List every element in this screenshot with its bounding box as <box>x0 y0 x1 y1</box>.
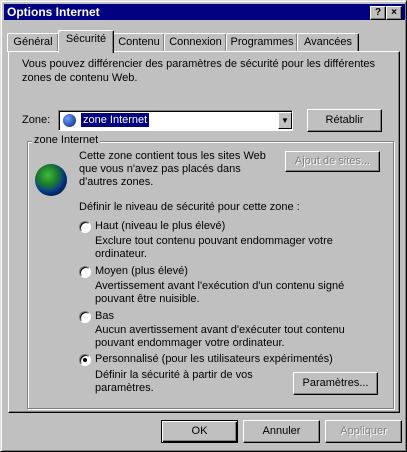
radio-custom[interactable] <box>79 354 91 366</box>
radio-high[interactable] <box>79 221 91 233</box>
tab-general[interactable]: Général <box>7 33 59 52</box>
restore-button[interactable]: Rétablir <box>307 109 382 132</box>
radio-low[interactable] <box>79 311 91 323</box>
ok-button[interactable]: OK <box>161 420 238 443</box>
window-title: Options Internet <box>7 5 100 19</box>
option-high-label[interactable]: Haut (niveau le plus élevé) <box>95 220 225 232</box>
tab-programs[interactable]: Programmes <box>226 33 298 52</box>
tab-connection[interactable]: Connexion <box>164 33 227 52</box>
internet-options-dialog: Options Internet ? × Général Sécurité Co… <box>0 0 407 452</box>
tab-security[interactable]: Sécurité <box>58 30 114 53</box>
title-bar: Options Internet ? × <box>4 4 405 20</box>
option-low-label[interactable]: Bas <box>95 310 114 322</box>
apply-button[interactable]: Appliquer <box>325 420 402 443</box>
option-medium-label[interactable]: Moyen (plus élevé) <box>95 265 188 277</box>
security-level-prompt: Définir le niveau de sécurité pour cette… <box>79 201 300 213</box>
help-button[interactable]: ? <box>370 6 386 20</box>
radio-selected-dot <box>83 358 87 362</box>
option-medium-desc: Avertissement avant l'exécution d'un con… <box>95 280 345 305</box>
zone-select[interactable]: zone Internet ▼ <box>58 110 293 131</box>
globe-icon <box>63 114 76 127</box>
zone-selected-value: zone Internet <box>81 113 150 127</box>
intro-text: Vous pouvez différencier des paramètres … <box>22 58 376 84</box>
option-high-desc: Exclure tout contenu pouvant endommager … <box>95 235 333 260</box>
tab-advanced[interactable]: Avancées <box>297 33 359 52</box>
radio-medium[interactable] <box>79 266 91 278</box>
zone-label: Zone: <box>22 114 51 126</box>
internet-zone-globe-icon <box>35 164 67 196</box>
close-button[interactable]: × <box>386 6 402 20</box>
group-title: zone Internet <box>32 134 101 146</box>
tab-content[interactable]: Contenu <box>113 33 165 52</box>
settings-button[interactable]: Paramètres... <box>293 372 378 395</box>
option-low-desc: Aucun avertissement avant d'exécuter tou… <box>95 324 345 349</box>
add-sites-button[interactable]: Ajout de sites... <box>285 151 380 172</box>
option-custom-desc: Définir la sécurité à partir de vos para… <box>95 369 253 394</box>
option-custom-label[interactable]: Personnalisé (pour les utilisateurs expé… <box>95 353 333 365</box>
zone-description: Cette zone contient tous les sites Web q… <box>79 150 266 188</box>
chevron-down-icon[interactable]: ▼ <box>278 112 292 129</box>
cancel-button[interactable]: Annuler <box>243 420 320 443</box>
